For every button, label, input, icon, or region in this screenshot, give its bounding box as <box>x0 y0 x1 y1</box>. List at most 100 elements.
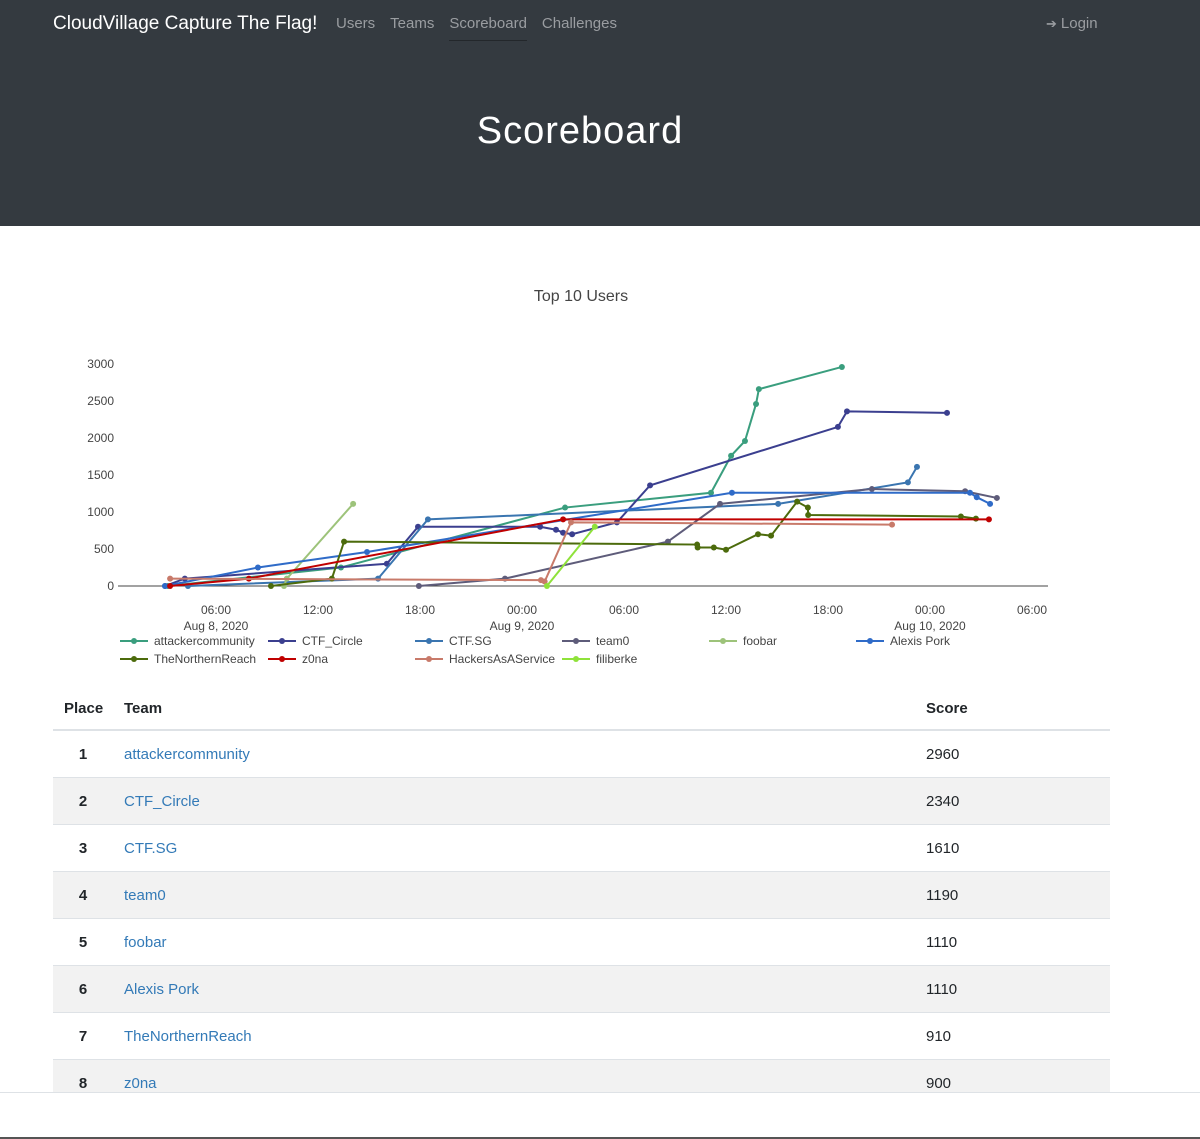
row-place: 6 <box>78 980 88 998</box>
legend-label: foobar <box>743 634 778 648</box>
login-label: Login <box>1060 15 1098 32</box>
x-tick-label: 06:00 <box>609 603 639 617</box>
nav-links: Users Teams Scoreboard Challenges <box>336 15 617 41</box>
data-point-Alexis Pork <box>728 489 735 496</box>
data-point-Alexis Pork <box>973 494 980 501</box>
data-point-TheNorthernReach <box>805 511 812 518</box>
nav-challenges[interactable]: Challenges <box>542 15 617 41</box>
team-link[interactable]: CTF_Circle <box>124 793 200 810</box>
x-tick-label: 00:00 <box>915 603 945 617</box>
data-point-CTF_Circle <box>944 409 950 416</box>
team-link[interactable]: Alexis Pork <box>124 981 199 998</box>
y-tick-label: 500 <box>94 542 114 556</box>
x-tick-date: Aug 8, 2020 <box>184 619 249 633</box>
score-chart[interactable]: 0 500 1000 1500 2000 2500 3000 06:00 Aug 8, 2020… <box>0 340 1200 640</box>
chart-legend: attackercommunity CTF_Circle CTF.SG team0 fo… <box>0 634 1200 674</box>
legend-label: CTF_Circle <box>302 634 363 648</box>
legend-label: filiberke <box>596 652 638 666</box>
x-tick-label: 06:00 <box>1017 603 1047 617</box>
row-place: 4 <box>78 886 88 904</box>
data-point-team0 <box>415 583 422 589</box>
team-link[interactable]: z0na <box>124 1075 157 1092</box>
nav-teams[interactable]: Teams <box>390 15 434 41</box>
data-point-HackersAsAService <box>889 521 896 528</box>
team-link[interactable]: TheNorthernReach <box>124 1028 252 1045</box>
legend-label: TheNorthernReach <box>154 652 257 666</box>
data-point-HackersAsAService <box>167 575 174 582</box>
legend-item[interactable]: CTF_Circle <box>268 634 363 648</box>
team-link[interactable]: CTF.SG <box>124 840 177 857</box>
data-point-HackersAsAService <box>568 519 575 526</box>
table-row: 6 Alexis Pork 1110 <box>53 966 1110 1013</box>
sign-in-icon: ➔ <box>1046 15 1057 31</box>
team-link[interactable]: attackercommunity <box>124 746 250 763</box>
header-place: Place <box>64 700 104 717</box>
row-place: 1 <box>78 745 88 763</box>
data-point-CTF_Circle <box>843 408 850 415</box>
table-row: 7 TheNorthernReach 910 <box>53 1013 1110 1060</box>
y-tick-label: 1500 <box>87 468 114 482</box>
legend-item[interactable]: HackersAsAService <box>415 652 555 666</box>
data-point-filiberke <box>543 583 550 589</box>
row-score: 1110 <box>926 933 958 951</box>
data-point-z0na <box>985 516 992 523</box>
data-point-TheNorthernReach <box>341 538 348 545</box>
legend-label: attackercommunity <box>154 634 255 648</box>
series-line-z0na[interactable] <box>170 518 989 587</box>
legend-item[interactable]: CTF.SG <box>415 634 492 648</box>
row-team: Alexis Pork <box>113 981 926 998</box>
legend-item[interactable]: z0na <box>268 652 328 666</box>
data-point-TheNorthernReach <box>768 532 775 539</box>
legend-item[interactable]: TheNorthernReach <box>120 652 256 666</box>
legend-swatch-icon <box>856 638 884 644</box>
data-point-team0 <box>993 494 1000 501</box>
legend-swatch-icon <box>268 656 296 662</box>
series-line-team0[interactable] <box>418 488 998 587</box>
data-point-TheNorthernReach <box>723 546 729 553</box>
y-tick-label: 3000 <box>87 357 114 371</box>
legend-swatch-icon <box>268 638 296 644</box>
data-point-foobar <box>350 500 357 507</box>
x-tick-label: 12:00 <box>711 603 741 617</box>
data-point-CTF.SG <box>904 479 911 486</box>
row-score: 910 <box>926 1027 952 1045</box>
table-row: 3 CTF.SG 1610 <box>53 825 1110 872</box>
data-point-CTF.SG <box>424 516 431 523</box>
login-link[interactable]: ➔ Login <box>1046 15 1098 32</box>
table-header: Place Team Score <box>53 688 1110 731</box>
brand-link[interactable]: CloudVillage Capture The Flag! <box>53 13 317 35</box>
x-tick-label: 18:00 <box>813 603 843 617</box>
row-score: 1610 <box>926 839 960 857</box>
divider <box>0 1092 1200 1093</box>
series-line-CTF_Circle[interactable] <box>164 410 948 587</box>
legend-item[interactable]: filiberke <box>562 652 637 666</box>
legend-item[interactable]: team0 <box>562 634 629 648</box>
legend-item[interactable]: foobar <box>709 634 777 648</box>
team-link[interactable]: foobar <box>124 934 167 951</box>
data-point-Alexis Pork <box>254 564 261 571</box>
row-place: 8 <box>78 1074 88 1092</box>
row-team: CTF.SG <box>113 840 926 857</box>
team-link[interactable]: team0 <box>124 887 166 904</box>
row-place: 3 <box>78 839 88 857</box>
row-team: TheNorthernReach <box>113 1028 926 1045</box>
y-tick-label: 2500 <box>87 394 114 408</box>
data-point-Alexis Pork <box>987 500 994 507</box>
data-point-CTF_Circle <box>553 526 559 533</box>
nav-users[interactable]: Users <box>336 15 375 41</box>
x-tick-label: 00:00 <box>507 603 537 617</box>
series-line-attackercommunity[interactable] <box>167 365 843 587</box>
y-tick-label: 0 <box>107 579 114 593</box>
data-point-CTF.SG <box>775 500 782 507</box>
legend-swatch-icon <box>562 638 590 644</box>
legend-label: CTF.SG <box>449 634 492 648</box>
data-point-attackercommunity <box>753 400 760 407</box>
row-team: attackercommunity <box>113 746 926 763</box>
header-score: Score <box>926 700 968 717</box>
data-point-attackercommunity <box>562 504 569 511</box>
legend-item[interactable]: attackercommunity <box>120 634 255 648</box>
data-point-team0 <box>868 486 875 493</box>
row-team: foobar <box>113 934 926 951</box>
nav-scoreboard[interactable]: Scoreboard <box>449 15 527 41</box>
legend-item[interactable]: Alexis Pork <box>856 634 950 648</box>
